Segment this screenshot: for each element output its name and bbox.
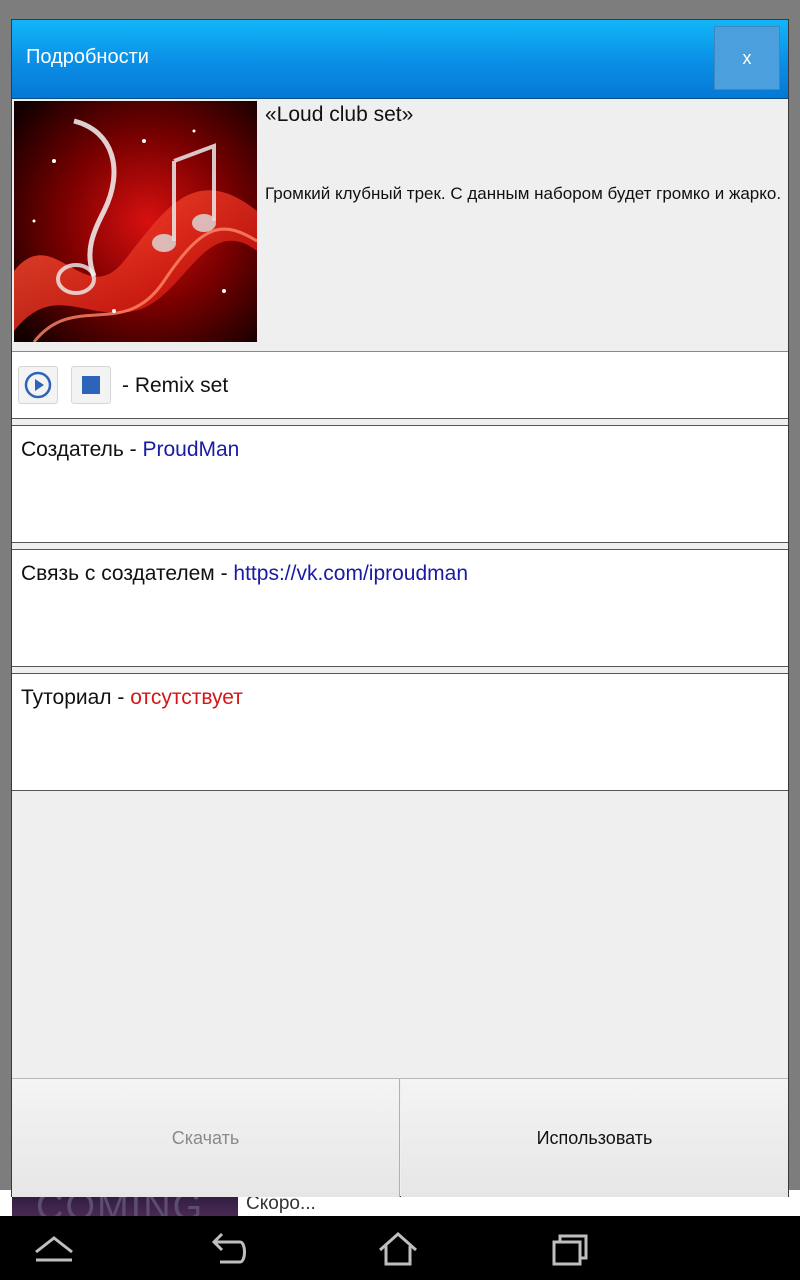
creator-row: Создатель - ProudMan	[12, 425, 788, 543]
stop-button[interactable]	[71, 366, 111, 404]
tutorial-label: Туториал -	[21, 686, 131, 709]
home-icon[interactable]	[376, 1230, 420, 1268]
creator-text: Создатель - ProudMan	[21, 438, 239, 462]
system-navbar	[0, 1216, 800, 1280]
music-notes-artwork-icon	[14, 101, 257, 342]
details-dialog: Подробности x «Loud club set» Громкий кл…	[11, 19, 789, 1197]
tutorial-text: Туториал - отсутствует	[21, 686, 243, 710]
creator-label: Создатель -	[21, 438, 143, 461]
stop-square-icon	[82, 376, 100, 394]
contact-label: Связь с создателем -	[21, 562, 234, 585]
dialog-actions: Скачать Использовать	[12, 1078, 788, 1197]
close-button[interactable]: x	[714, 26, 780, 90]
tutorial-row: Туториал - отсутствует	[12, 673, 788, 791]
set-title: «Loud club set»	[265, 103, 414, 126]
dialog-titlebar: Подробности x	[12, 20, 788, 99]
menu-up-icon[interactable]	[32, 1230, 76, 1268]
download-button[interactable]: Скачать	[12, 1079, 400, 1197]
play-circle-icon	[24, 371, 52, 399]
set-cover-image	[14, 101, 257, 342]
recent-apps-icon[interactable]	[548, 1230, 592, 1268]
play-button[interactable]	[18, 366, 58, 404]
player-label: - Remix set	[122, 374, 229, 397]
contact-text: Связь с создателем - https://vk.com/ipro…	[21, 562, 468, 586]
preview-player: - Remix set	[12, 352, 788, 419]
contact-row: Связь с создателем - https://vk.com/ipro…	[12, 549, 788, 667]
set-header: «Loud club set» Громкий клубный трек. С …	[12, 99, 788, 352]
use-button[interactable]: Использовать	[401, 1079, 788, 1197]
contact-link[interactable]: https://vk.com/iproudman	[233, 562, 468, 585]
tutorial-status: отсутствует	[130, 686, 243, 709]
dialog-title: Подробности	[26, 46, 149, 68]
creator-link[interactable]: ProudMan	[142, 438, 239, 461]
back-icon[interactable]	[206, 1230, 250, 1268]
set-description: Громкий клубный трек. С данным набором б…	[265, 184, 782, 203]
